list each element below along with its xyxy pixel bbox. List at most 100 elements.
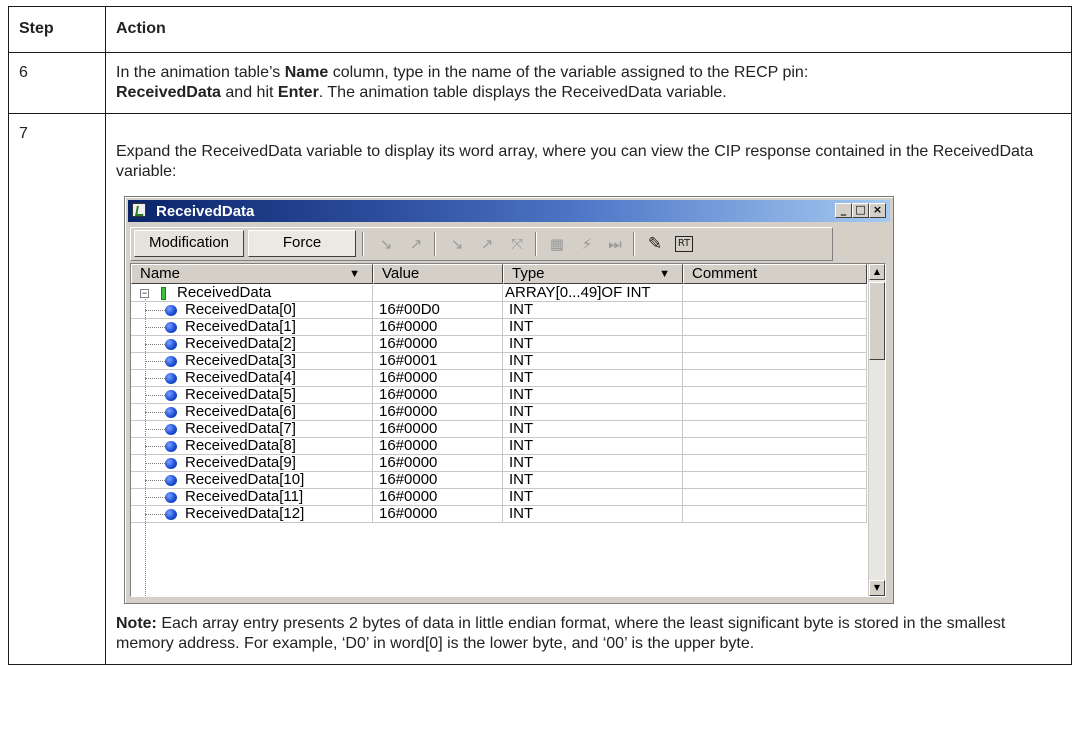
- rt-icon[interactable]: RT: [675, 236, 693, 252]
- type-cell: INT: [503, 472, 683, 489]
- name-cell: ReceivedData[12]: [131, 506, 373, 523]
- comment-cell[interactable]: [683, 438, 867, 455]
- animation-table-icon: [132, 203, 146, 217]
- value-cell[interactable]: 16#0000: [373, 455, 503, 472]
- column-header-name[interactable]: Name ▼: [131, 264, 373, 284]
- scroll-thumb[interactable]: [869, 282, 885, 360]
- comment-cell[interactable]: [683, 421, 867, 438]
- column-comment-label: Comment: [692, 265, 758, 282]
- unforce-icon[interactable]: ⤧: [507, 234, 527, 254]
- value-cell[interactable]: [373, 285, 503, 302]
- step-6-text-2: column, type in the name of the variable…: [328, 64, 809, 81]
- maximize-button[interactable]: □: [852, 203, 869, 218]
- window-title-bar[interactable]: ReceivedData _ □ ×: [128, 200, 890, 222]
- comment-cell[interactable]: [683, 387, 867, 404]
- variable-name: ReceivedData[8]: [185, 438, 296, 454]
- type-cell: INT: [503, 370, 683, 387]
- variable-element-icon: [165, 509, 177, 520]
- reset-value-icon[interactable]: ↗: [406, 234, 426, 254]
- value-cell[interactable]: 16#0000: [373, 319, 503, 336]
- step-7-intro: Expand the ReceivedData variable to disp…: [116, 143, 1034, 180]
- step-6-text-1: In the animation table’s: [116, 64, 285, 81]
- type-cell: INT: [503, 302, 683, 319]
- comment-cell[interactable]: [683, 404, 867, 421]
- comment-cell[interactable]: [683, 353, 867, 370]
- force-button[interactable]: Force: [248, 230, 356, 257]
- set-value-icon[interactable]: ↘: [376, 234, 396, 254]
- value-cell[interactable]: 16#0001: [373, 353, 503, 370]
- value-cell[interactable]: 16#0000: [373, 506, 503, 523]
- variable-element-icon: [165, 407, 177, 418]
- comment-cell[interactable]: [683, 455, 867, 472]
- variable-element-icon: [165, 492, 177, 503]
- toolbar-separator: [362, 232, 364, 256]
- variable-element-icon: [165, 424, 177, 435]
- vertical-scrollbar[interactable]: ▲ ▼: [868, 264, 885, 596]
- lightning-icon[interactable]: ⚡: [577, 234, 597, 254]
- scroll-up-icon[interactable]: ▲: [869, 264, 885, 280]
- force-reset-icon[interactable]: ↗: [477, 234, 497, 254]
- tree-branch: [145, 497, 165, 498]
- name-cell: ReceivedData[0]: [131, 302, 373, 319]
- step-icon[interactable]: ⏭: [605, 234, 625, 254]
- value-cell[interactable]: 16#0000: [373, 489, 503, 506]
- comment-cell[interactable]: [683, 506, 867, 523]
- variable-name: ReceivedData: [177, 285, 272, 301]
- name-cell: ReceivedData[9]: [131, 455, 373, 472]
- modification-button[interactable]: Modification: [134, 230, 244, 257]
- tree-branch: [145, 378, 165, 379]
- column-header-value[interactable]: Value: [373, 264, 503, 284]
- name-cell: ReceivedData[8]: [131, 438, 373, 455]
- scroll-down-icon[interactable]: ▼: [869, 580, 885, 596]
- variable-element-icon: [165, 322, 177, 333]
- step-6-text-3: and hit: [220, 84, 278, 101]
- column-header-comment[interactable]: Comment: [683, 264, 867, 284]
- comment-cell[interactable]: [683, 472, 867, 489]
- tree-branch: [145, 412, 165, 413]
- value-cell[interactable]: 16#0000: [373, 336, 503, 353]
- type-cell: ARRAY[0...49]OF INT: [503, 285, 683, 302]
- comment-cell[interactable]: [683, 302, 867, 319]
- grid-icon[interactable]: ▦: [547, 234, 567, 254]
- value-cell[interactable]: 16#0000: [373, 404, 503, 421]
- comment-cell[interactable]: [683, 370, 867, 387]
- value-cell[interactable]: 16#0000: [373, 438, 503, 455]
- tree-branch: [145, 344, 165, 345]
- value-cell[interactable]: 16#0000: [373, 370, 503, 387]
- type-cell: INT: [503, 438, 683, 455]
- close-button[interactable]: ×: [869, 203, 886, 218]
- value-cell[interactable]: 16#0000: [373, 472, 503, 489]
- comment-cell[interactable]: [683, 285, 867, 302]
- comment-cell[interactable]: [683, 319, 867, 336]
- variable-name: ReceivedData[1]: [185, 319, 296, 335]
- name-cell: ReceivedData[5]: [131, 387, 373, 404]
- name-cell: ReceivedData[10]: [131, 472, 373, 489]
- animation-table-window: ReceivedData _ □ × Modification Force ↘ …: [124, 196, 894, 604]
- column-header-type[interactable]: Type ▼: [503, 264, 683, 284]
- column-type-label: Type: [512, 265, 545, 282]
- variable-name: ReceivedData[3]: [185, 353, 296, 369]
- collapse-icon[interactable]: −: [140, 289, 149, 298]
- header-step: Step: [8, 6, 106, 53]
- name-cell: ReceivedData[4]: [131, 370, 373, 387]
- value-cell[interactable]: 16#0000: [373, 387, 503, 404]
- variable-name: ReceivedData[11]: [185, 489, 304, 505]
- comment-cell[interactable]: [683, 336, 867, 353]
- comment-cell[interactable]: [683, 489, 867, 506]
- force-set-icon[interactable]: ↘: [447, 234, 467, 254]
- minimize-button[interactable]: _: [835, 203, 852, 218]
- type-cell: INT: [503, 353, 683, 370]
- steps-table: Step Action 6 In the animation table’s N…: [8, 6, 1072, 665]
- tree-branch: [145, 310, 165, 311]
- value-cell[interactable]: 16#0000: [373, 421, 503, 438]
- edit-icon[interactable]: ✎: [645, 234, 665, 254]
- toolbar-separator: [434, 232, 436, 256]
- variable-name: ReceivedData[6]: [185, 404, 296, 420]
- variable-element-icon: [165, 373, 177, 384]
- variable-element-icon: [165, 356, 177, 367]
- variable-element-icon: [165, 305, 177, 316]
- note-text: Each array entry presents 2 bytes of dat…: [116, 615, 1006, 652]
- value-cell[interactable]: 16#00D0: [373, 302, 503, 319]
- tree-branch: [145, 463, 165, 464]
- name-cell: ReceivedData[2]: [131, 336, 373, 353]
